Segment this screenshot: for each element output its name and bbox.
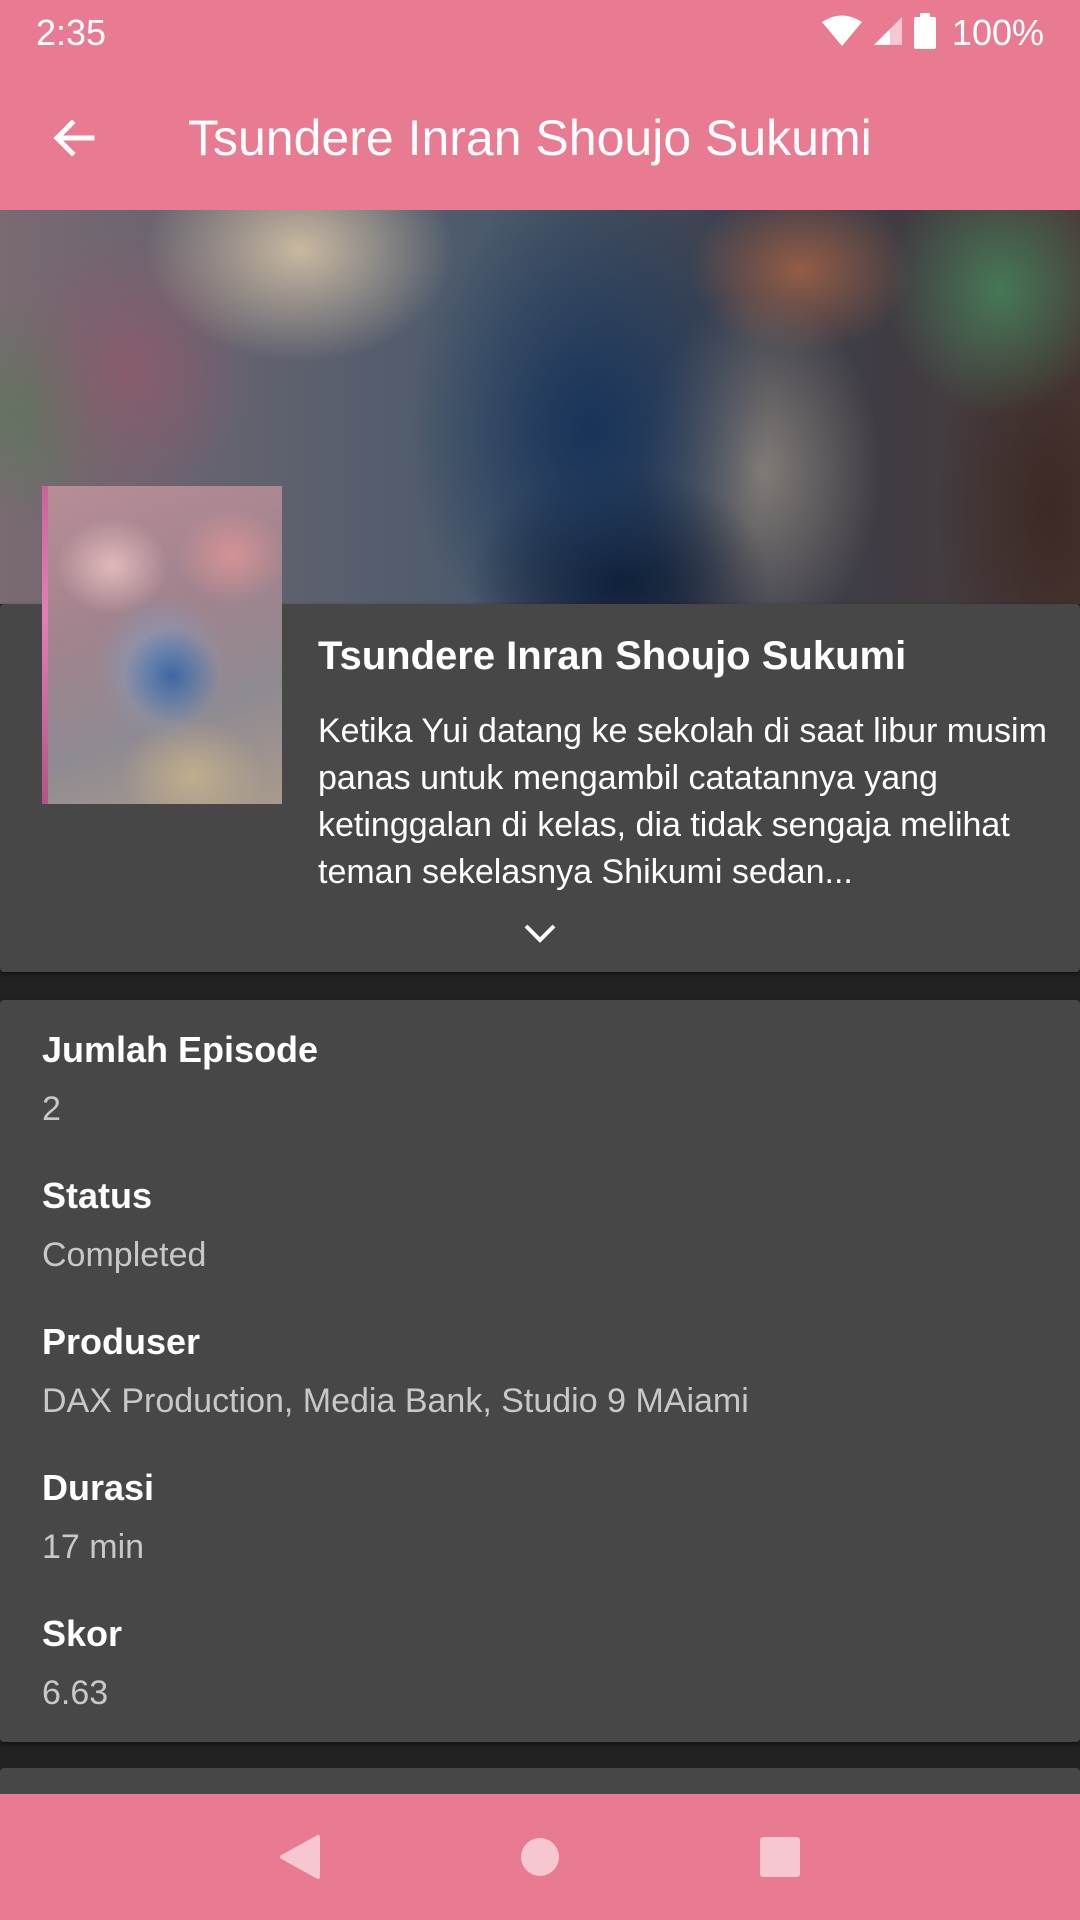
synopsis-text: Ketika Yui datang ke sekolah di saat lib… (318, 712, 1047, 891)
circle-home-icon (521, 1838, 559, 1876)
arrow-back-icon (53, 119, 95, 157)
wifi-icon (821, 15, 862, 52)
poster-image (42, 486, 282, 804)
detail-label: Skor (42, 1613, 123, 1654)
detail-label: Produser (42, 1321, 201, 1362)
detail-score: Skor 6.63 (42, 1612, 1042, 1714)
status-time: 2:35 (36, 12, 107, 53)
expand-synopsis-button[interactable] (510, 910, 570, 956)
detail-value: 2 (42, 1090, 61, 1128)
chevron-down-icon (524, 924, 556, 943)
detail-episodes: Jumlah Episode 2 (42, 1028, 1042, 1130)
poster-edge (42, 486, 48, 804)
detail-duration: Durasi 17 min (42, 1466, 1042, 1568)
status-icons: 100% (821, 12, 1044, 54)
details-card: Jumlah Episode 2 Status Completed Produs… (0, 1000, 1080, 1742)
detail-value: 17 min (42, 1528, 145, 1566)
app-bar: Tsundere Inran Shoujo Sukumi (0, 66, 1080, 210)
status-bar: 2:35 100% (0, 0, 1080, 66)
detail-value: DAX Production, Media Bank, Studio 9 MAi… (42, 1382, 749, 1420)
detail-label: Durasi (42, 1467, 155, 1508)
back-button[interactable] (24, 88, 124, 188)
detail-label: Status (42, 1175, 153, 1216)
detail-label: Jumlah Episode (42, 1029, 319, 1070)
anime-title: Tsundere Inran Shoujo Sukumi (318, 634, 907, 678)
square-recents-icon (760, 1837, 800, 1877)
page-title: Tsundere Inran Shoujo Sukumi (188, 110, 872, 166)
nav-back-button[interactable] (255, 1812, 345, 1902)
nav-recents-button[interactable] (735, 1812, 825, 1902)
detail-producer: Produser DAX Production, Media Bank, Stu… (42, 1320, 1042, 1422)
triangle-back-icon (280, 1835, 320, 1879)
cell-signal-icon (872, 15, 904, 52)
detail-status: Status Completed (42, 1174, 1042, 1276)
system-nav-bar (0, 1794, 1080, 1920)
detail-value: 6.63 (42, 1674, 109, 1712)
battery-percent: 100% (951, 12, 1044, 53)
nav-home-button[interactable] (495, 1812, 585, 1902)
battery-icon (913, 12, 936, 54)
detail-value: Completed (42, 1236, 207, 1274)
